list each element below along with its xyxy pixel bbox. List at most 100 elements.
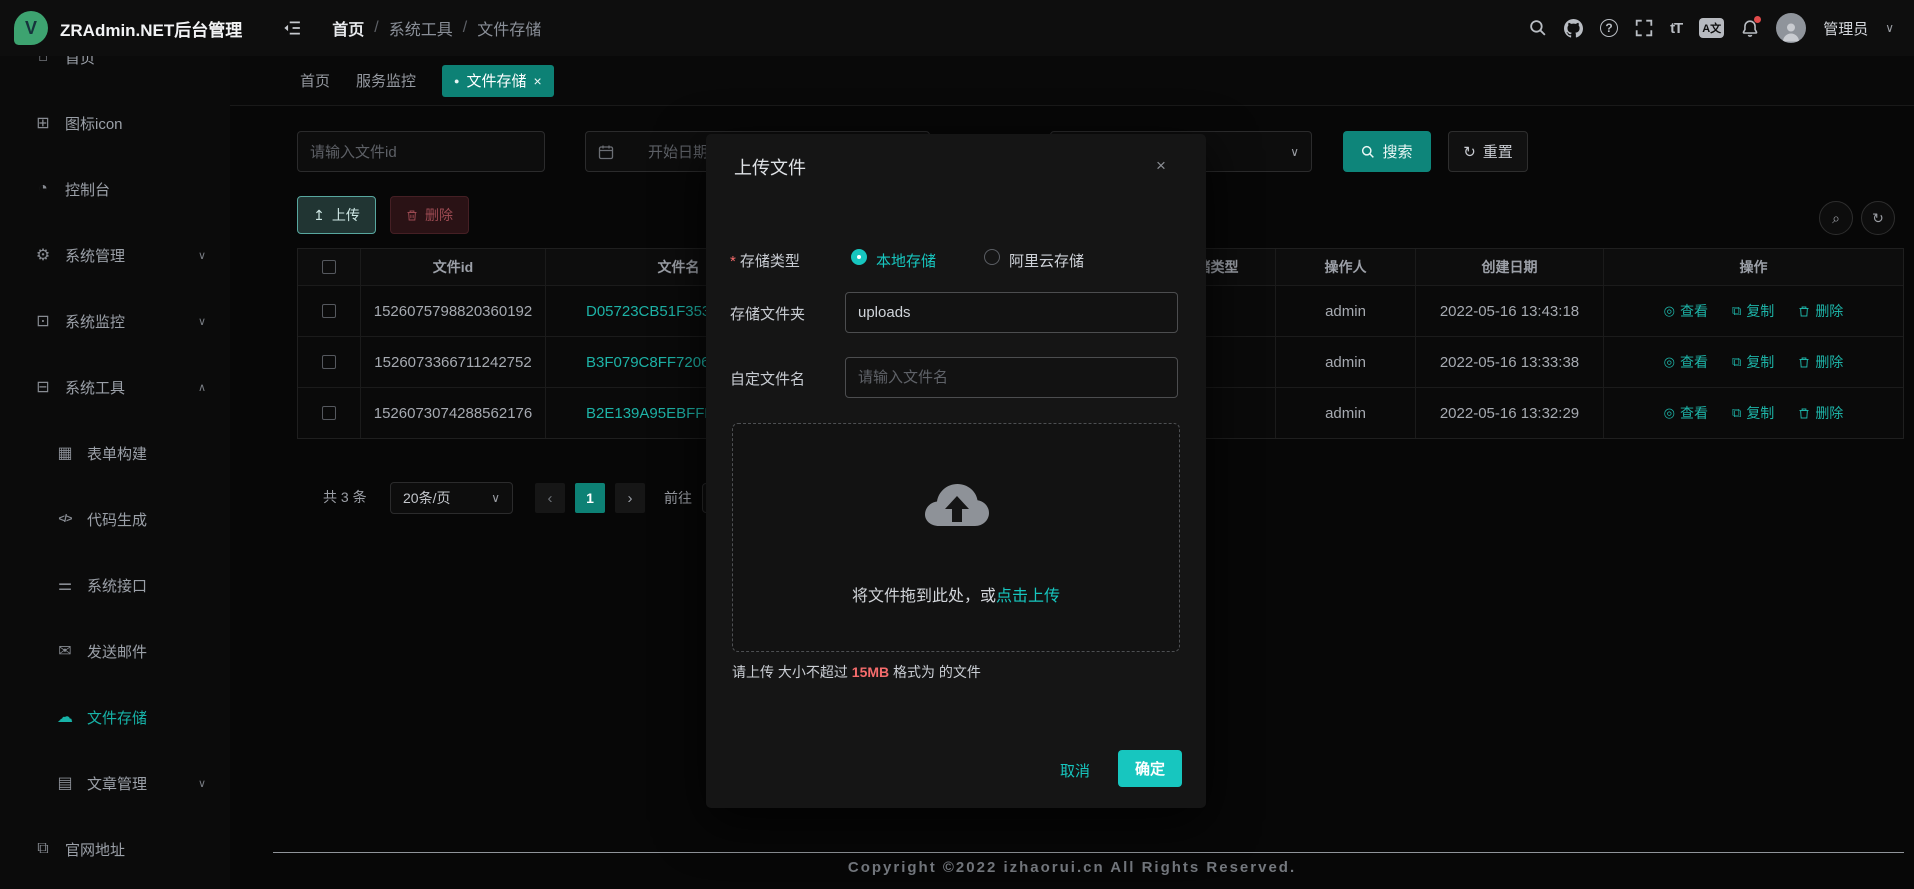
sidebar-item-code-generation[interactable]: </> 代码生成 [0,486,230,552]
sidebar-item-send-mail[interactable]: ✉ 发送邮件 [0,618,230,684]
upload-button-label: 上传 [332,205,360,225]
menu-fold-icon[interactable] [282,19,302,37]
help-icon[interactable]: ? [1600,19,1618,37]
sidebar-item-label: 文件存储 [87,707,147,728]
file-id-input[interactable]: 请输入文件id [310,141,397,162]
current-page-button[interactable]: 1 [575,483,605,513]
row-checkbox[interactable] [322,304,336,318]
folder-input[interactable] [845,292,1178,333]
cell-operator: admin [1276,337,1416,387]
prev-page-button[interactable]: ‹ [535,483,565,513]
column-created-date: 创建日期 [1416,249,1604,285]
tab-home[interactable]: 首页 [300,70,330,91]
row-checkbox[interactable] [322,355,336,369]
cell-created-date: 2022-05-16 13:32:29 [1416,388,1604,438]
radio-aliyun-storage[interactable] [984,249,1000,265]
upload-button[interactable]: ↥ 上传 [297,196,376,234]
copy-label: 复制 [1746,403,1774,423]
copy-label: 复制 [1746,352,1774,372]
notifications-bell-icon[interactable] [1741,19,1759,38]
radio-aliyun-label[interactable]: 阿里云存储 [1009,250,1084,271]
radio-local-label[interactable]: 本地存储 [876,250,936,271]
trash-icon [1798,305,1810,318]
sidebar-item-article-management[interactable]: ▤ 文章管理 ∨ [0,750,230,816]
refresh-table-button[interactable]: ↻ [1861,201,1895,235]
external-link-icon: ⧉ [34,840,52,858]
chevron-down-icon: ∨ [198,249,206,262]
github-icon[interactable] [1564,19,1583,38]
sidebar-item-label: 发送邮件 [87,641,147,662]
tip-size-limit: 15MB [852,664,889,680]
active-dot-icon: ● [454,76,459,86]
confirm-button[interactable]: 确定 [1118,750,1182,787]
sidebar-item-system-api[interactable]: ⚌ 系统接口 [0,552,230,618]
fullscreen-icon[interactable] [1635,19,1653,37]
tab-label: 文件存储 [466,70,526,91]
document-icon: ▤ [56,773,74,793]
notification-badge [1754,16,1761,23]
toggle-search-button[interactable]: ⌕ [1819,201,1853,235]
sidebar-item-console[interactable]: ◔ 控制台 [0,156,230,222]
copy-icon: ⧉ [1732,405,1741,421]
sidebar-item-label: 系统管理 [65,245,125,266]
cell-file-id: 1526075798820360192 [361,286,546,336]
reset-button[interactable]: ↻ 重置 [1448,131,1528,172]
copy-link[interactable]: ⧉复制 [1732,301,1774,321]
radio-local-storage[interactable] [851,249,867,265]
file-id-input-wrap: 请输入文件id [297,131,545,172]
trash-icon [406,209,418,222]
eye-icon: ◎ [1664,303,1675,319]
grid-icon: ⊞ [34,113,52,133]
page-size-select[interactable]: 20条/页 ∨ [390,482,513,514]
breadcrumb-home[interactable]: 首页 [332,16,364,40]
sidebar-item-form-builder[interactable]: ▦ 表单构建 [0,420,230,486]
view-link[interactable]: ◎查看 [1664,301,1708,321]
copy-link[interactable]: ⧉ 复制 [1732,352,1774,372]
close-tab-icon[interactable]: × [533,73,541,89]
cell-actions: ◎查看 ⧉复制 删除 [1604,286,1903,336]
cancel-button[interactable]: 取消 [1060,760,1090,781]
dashboard-icon: ◔ [34,180,52,198]
delete-link[interactable]: 删除 [1798,352,1843,372]
filename-input[interactable] [845,357,1178,398]
storage-type-label-text: 存储类型 [740,253,800,270]
app-title: ZRAdmin.NET后台管理 [60,16,242,41]
date-start-placeholder: 开始日期 [648,141,708,162]
search-button[interactable]: 搜索 [1343,131,1431,172]
tab-file-storage-active[interactable]: ● 文件存储 × [442,65,554,97]
sidebar-item-icons[interactable]: ⊞ 图标icon [0,90,230,156]
sidebar-item-system-management[interactable]: ⚙ 系统管理 ∨ [0,222,230,288]
delete-button-disabled[interactable]: 删除 [390,196,469,234]
delete-link[interactable]: 删除 [1798,403,1843,423]
view-link[interactable]: ◎查看 [1664,403,1708,423]
tab-service-monitor[interactable]: 服务监控 [356,70,416,91]
user-avatar[interactable] [1776,13,1806,43]
cell-actions: ◎查看 ⧉ 复制 删除 [1604,388,1903,438]
view-link[interactable]: ◎查看 [1664,352,1708,372]
row-checkbox[interactable] [322,406,336,420]
user-name[interactable]: 管理员 [1823,18,1868,39]
filename-label: 自定文件名 [730,368,805,389]
copy-link[interactable]: ⧉ 复制 [1732,403,1774,423]
sidebar-item-home[interactable]: ⌂ 首页 [0,56,230,90]
modal-close-icon[interactable]: × [1156,156,1166,176]
breadcrumb-system-tools[interactable]: 系统工具 [389,16,453,40]
sidebar-item-official-site[interactable]: ⧉ 官网地址 [0,816,230,882]
top-navbar: V ZRAdmin.NET后台管理 首页 / 系统工具 / 文件存储 ? tT … [0,0,1914,56]
gear-icon: ⚙ [34,245,52,265]
next-page-button[interactable]: › [615,483,645,513]
sidebar-item-system-monitor[interactable]: ⊡ 系统监控 ∨ [0,288,230,354]
font-size-icon[interactable]: tT [1670,20,1682,37]
folder-label: 存储文件夹 [730,303,805,324]
user-menu-chevron-icon[interactable]: ∨ [1885,21,1894,35]
click-to-upload-link[interactable]: 点击上传 [996,588,1060,605]
sidebar-item-system-tools[interactable]: ⊟ 系统工具 ∧ [0,354,230,420]
upload-arrow-icon: ↥ [313,207,325,224]
upload-dropzone[interactable]: 将文件拖到此处，或点击上传 [732,423,1180,652]
translate-icon[interactable]: A文 [1699,18,1724,38]
search-icon[interactable] [1529,19,1547,37]
sidebar-item-file-storage[interactable]: ☁ 文件存储 [0,684,230,750]
select-all-checkbox[interactable] [322,260,336,274]
delete-link[interactable]: 删除 [1798,301,1843,321]
copy-icon: ⧉ [1732,354,1741,370]
